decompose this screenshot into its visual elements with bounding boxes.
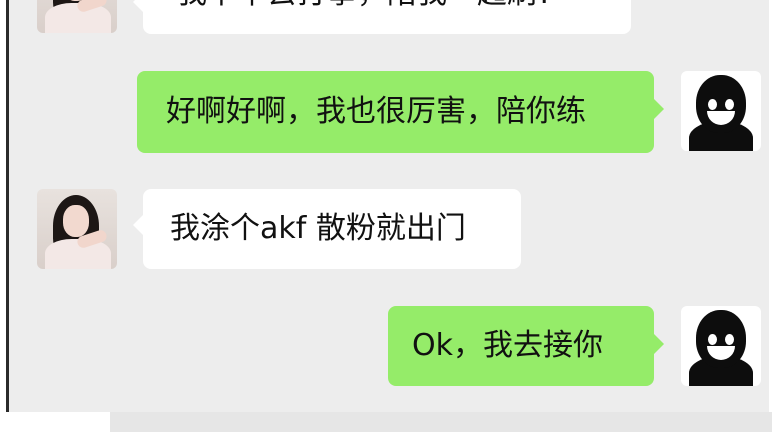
self-avatar[interactable]: [681, 306, 761, 386]
avatar-eye: [708, 99, 717, 110]
contact-avatar[interactable]: [37, 0, 117, 33]
avatar-face: [63, 205, 89, 237]
avatar-eye: [725, 334, 734, 345]
message-text: 好啊好啊，我也很厉害，陪你练: [166, 94, 586, 129]
incoming-message-bubble[interactable]: 我涂个akf 散粉就出门: [133, 189, 521, 269]
message-text: 我下午去打拳，陪我一起刷?: [143, 0, 631, 9]
bottom-gray-band: [110, 412, 772, 432]
message-text: Ok，我去接你: [412, 328, 603, 363]
avatar-eye: [725, 99, 734, 110]
outgoing-message-bubble[interactable]: Ok，我去接你: [388, 306, 664, 386]
avatar-eye: [708, 334, 717, 345]
bottom-edge: [0, 412, 772, 432]
chat-screen: 我下午去打拳，陪我一起刷? 好啊好啊，我也很厉害，陪你练 我涂个akf 散粉就出…: [0, 0, 772, 432]
self-avatar[interactable]: [681, 71, 761, 151]
outgoing-message-bubble[interactable]: 好啊好啊，我也很厉害，陪你练: [137, 71, 664, 153]
contact-avatar[interactable]: [37, 189, 117, 269]
chat-message-list[interactable]: 我下午去打拳，陪我一起刷? 好啊好啊，我也很厉害，陪你练 我涂个akf 散粉就出…: [6, 0, 769, 412]
incoming-message-bubble[interactable]: 我下午去打拳，陪我一起刷?: [133, 0, 631, 34]
message-text: 我涂个akf 散粉就出门: [170, 211, 466, 246]
